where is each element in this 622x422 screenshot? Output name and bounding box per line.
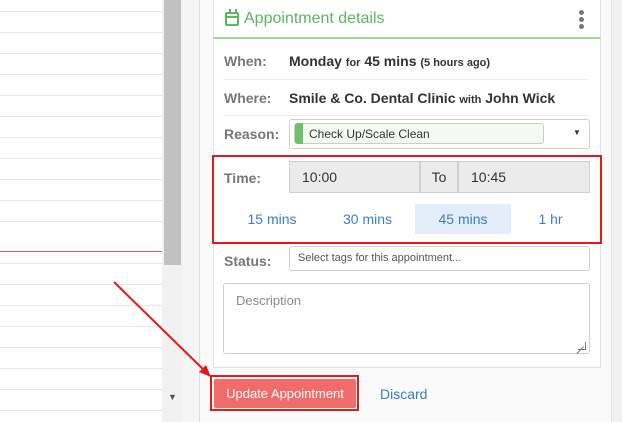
scrollbar-thumb[interactable]: [164, 0, 181, 265]
description-textarea[interactable]: Description: [223, 283, 590, 354]
when-duration: 45 mins: [364, 53, 417, 69]
calendar-row-line: [0, 263, 162, 264]
duration-1hr-button[interactable]: 1 hr: [511, 204, 590, 234]
status-label: Status:: [224, 253, 272, 269]
more-options-icon[interactable]: [578, 10, 586, 30]
when-value: Monday for 45 mins (5 hours ago): [289, 53, 490, 69]
calendar-row-line: [0, 158, 162, 159]
calendar-row-line: [0, 95, 162, 96]
update-appointment-button[interactable]: Update Appointment: [214, 379, 356, 408]
duration-15-button[interactable]: 15 mins: [224, 204, 320, 234]
calendar-row-line: [0, 11, 162, 12]
calendar-row-line: [0, 389, 162, 390]
panel-scrollbar[interactable]: [611, 0, 622, 422]
reason-tag-label: Check Up/Scale Clean: [309, 127, 430, 141]
duration-45-button[interactable]: 45 mins: [415, 204, 511, 234]
status-tags-input[interactable]: Select tags for this appointment...: [289, 246, 590, 271]
where-clinic: Smile & Co. Dental Clinic: [289, 90, 456, 106]
current-time-line: [0, 251, 162, 252]
where-value: Smile & Co. Dental Clinic with John Wick: [289, 90, 555, 106]
description-placeholder: Description: [236, 293, 302, 308]
time-label: Time:: [224, 170, 262, 186]
calendar-row-line: [0, 179, 162, 180]
card-title: Appointment details: [244, 10, 385, 27]
calendar-row-line: [0, 221, 162, 222]
where-practitioner: John Wick: [485, 90, 556, 106]
where-with: with: [459, 94, 482, 106]
discard-link[interactable]: Discard: [380, 386, 427, 402]
to-separator: To: [420, 161, 458, 193]
end-time-input[interactable]: 10:45: [458, 161, 590, 193]
when-relative: (5 hours ago): [420, 57, 491, 69]
when-for: for: [345, 57, 361, 69]
calendar-icon: [225, 9, 239, 26]
divider: [223, 115, 589, 116]
start-time-input[interactable]: 10:00: [289, 161, 420, 193]
calendar-row-line: [0, 53, 162, 54]
calendar-row-line: [0, 410, 162, 411]
when-day: Monday: [289, 53, 342, 69]
calendar-row-line: [0, 74, 162, 75]
reason-tag[interactable]: Check Up/Scale Clean: [294, 123, 544, 144]
chevron-down-icon[interactable]: ▼: [573, 128, 581, 137]
calendar-row-line: [0, 200, 162, 201]
duration-30-button[interactable]: 30 mins: [320, 204, 415, 234]
annotation-arrow: [113, 281, 211, 377]
calendar-row-line: [0, 116, 162, 117]
calendar-row-line: [0, 32, 162, 33]
card-header: Appointment details: [213, 0, 601, 39]
resize-handle-icon[interactable]: [578, 342, 586, 350]
when-label: When:: [224, 53, 267, 69]
reason-label: Reason:: [224, 126, 280, 142]
where-label: Where:: [224, 90, 272, 106]
calendar-row-line: [0, 137, 162, 138]
divider: [223, 79, 589, 80]
scroll-down-icon[interactable]: ▼: [162, 388, 183, 406]
tag-color-swatch: [295, 123, 303, 144]
